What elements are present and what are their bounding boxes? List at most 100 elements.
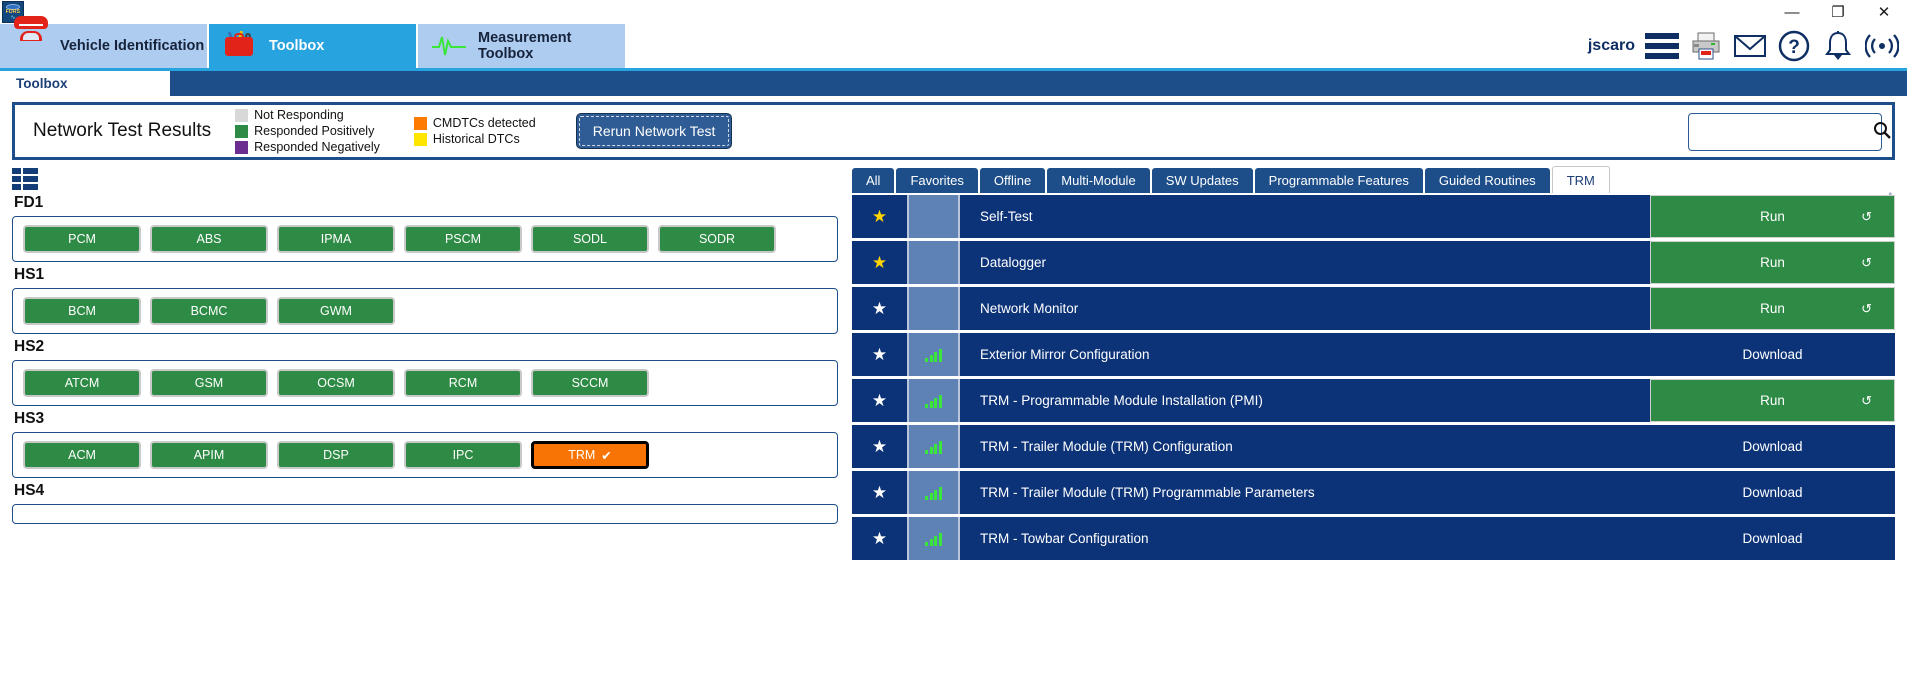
run-button[interactable]: Run ↺ [1650, 241, 1895, 284]
accent-line [0, 68, 1907, 71]
bell-icon[interactable] [1821, 29, 1855, 63]
printer-icon[interactable] [1689, 29, 1723, 63]
favorite-star-icon[interactable]: ★ [852, 379, 907, 422]
module-button-acm[interactable]: ACM [23, 441, 141, 469]
svg-text:?: ? [1788, 37, 1800, 58]
sub-tab-toolbox[interactable]: Toolbox [0, 71, 170, 96]
minimize-button[interactable]: — [1769, 0, 1815, 24]
search-icon[interactable] [1873, 121, 1891, 144]
module-button-ipc[interactable]: IPC [404, 441, 522, 469]
menu-icon[interactable] [1645, 33, 1679, 59]
table-row[interactable]: ★ Datalogger Run ↺ [852, 241, 1895, 284]
row-label: Self-Test [960, 195, 1650, 238]
module-button-gsm[interactable]: GSM [150, 369, 268, 397]
close-button[interactable]: ✕ [1861, 0, 1907, 24]
grid-icon[interactable] [12, 168, 38, 190]
nav-tab-measurement-toolbox[interactable]: Measurement Toolbox [418, 24, 625, 68]
nav-tab-toolbox[interactable]: Toolbox [209, 24, 416, 68]
restore-button[interactable]: ❐ [1815, 0, 1861, 24]
download-button[interactable]: Download [1650, 471, 1895, 514]
favorite-star-icon[interactable]: ★ [852, 471, 907, 514]
header-actions: jscaro ? [1588, 24, 1899, 68]
module-button-apim[interactable]: APIM [150, 441, 268, 469]
car-icon [14, 31, 48, 61]
download-button[interactable]: Download [1650, 517, 1895, 560]
table-row[interactable]: ★ Network Monitor Run ↺ [852, 287, 1895, 330]
nav-tab-label: Toolbox [269, 38, 324, 54]
action-label: Download [1742, 347, 1802, 362]
nav-tab-vehicle-identification[interactable]: Vehicle Identification [0, 24, 207, 68]
favorite-star-icon[interactable]: ★ [852, 241, 907, 284]
tab-favorites[interactable]: Favorites [896, 168, 977, 193]
refresh-icon[interactable]: ↺ [1861, 301, 1872, 317]
refresh-icon[interactable]: ↺ [1861, 255, 1872, 271]
table-row[interactable]: ★ Exterior Mirror Configuration Download [852, 333, 1895, 376]
table-row[interactable]: ★ Self-Test Run ↺ [852, 195, 1895, 238]
tab-guided-routines[interactable]: Guided Routines [1425, 168, 1550, 193]
module-button-abs[interactable]: ABS [150, 225, 268, 253]
refresh-icon[interactable]: ↺ [1861, 393, 1872, 409]
module-button-gwm[interactable]: GWM [277, 297, 395, 325]
legend-label: Responded Negatively [254, 140, 380, 154]
network-test-results-title: Network Test Results [33, 120, 211, 142]
favorite-star-icon[interactable]: ★ [852, 287, 907, 330]
table-row[interactable]: ★ TRM - Programmable Module Installation… [852, 379, 1895, 422]
refresh-icon[interactable]: ↺ [1861, 209, 1872, 225]
tab-multi-module[interactable]: Multi-Module [1047, 168, 1149, 193]
module-group-hs2: HS2 ATCM GSM OCSM RCM SCCM [12, 338, 838, 406]
module-button-dsp[interactable]: DSP [277, 441, 395, 469]
module-button-bcm[interactable]: BCM [23, 297, 141, 325]
tab-all[interactable]: All [852, 168, 894, 193]
module-button-pscm[interactable]: PSCM [404, 225, 522, 253]
module-group-label: HS3 [14, 410, 838, 428]
module-button-ipma[interactable]: IPMA [277, 225, 395, 253]
module-button-pcm[interactable]: PCM [23, 225, 141, 253]
module-group-box: PCM ABS IPMA PSCM SODL SODR [12, 216, 838, 262]
tab-trm[interactable]: TRM [1552, 166, 1610, 193]
module-button-rcm[interactable]: RCM [404, 369, 522, 397]
favorite-star-icon[interactable]: ★ [852, 195, 907, 238]
action-label: Download [1742, 485, 1802, 500]
legend-item-cmdtcs-detected: CMDTCs detected [414, 116, 536, 130]
module-group-label: HS1 [14, 266, 838, 284]
run-button[interactable]: Run ↺ [1650, 379, 1895, 422]
favorite-star-icon[interactable]: ★ [852, 425, 907, 468]
tab-sw-updates[interactable]: SW Updates [1152, 168, 1253, 193]
table-row[interactable]: ★ TRM - Trailer Module (TRM) Programmabl… [852, 471, 1895, 514]
module-button-sccm[interactable]: SCCM [531, 369, 649, 397]
broadcast-icon[interactable] [1865, 29, 1899, 63]
tab-programmable-features[interactable]: Programmable Features [1255, 168, 1423, 193]
help-icon[interactable]: ? [1777, 29, 1811, 63]
module-button-trm-selected[interactable]: TRM ✔ [531, 441, 649, 469]
run-button[interactable]: Run ↺ [1650, 195, 1895, 238]
network-test-results-section: Network Test Results Not Responding Resp… [0, 96, 1907, 160]
module-button-bcmc[interactable]: BCMC [150, 297, 268, 325]
download-button[interactable]: Download [1650, 425, 1895, 468]
action-label: Run [1760, 301, 1785, 316]
module-button-sodr[interactable]: SODR [658, 225, 776, 253]
favorite-star-icon[interactable]: ★ [852, 517, 907, 560]
module-button-sodl[interactable]: SODL [531, 225, 649, 253]
tab-offline[interactable]: Offline [980, 168, 1045, 193]
legend-label: CMDTCs detected [433, 116, 536, 130]
toolbox-panel: All Favorites Offline Multi-Module SW Up… [852, 160, 1895, 670]
table-row[interactable]: ★ TRM - Trailer Module (TRM) Configurati… [852, 425, 1895, 468]
signal-cell [907, 241, 960, 284]
search-input[interactable] [1697, 114, 1873, 150]
row-label: Datalogger [960, 241, 1650, 284]
favorite-star-icon[interactable]: ★ [852, 333, 907, 376]
module-group-hs3: HS3 ACM APIM DSP IPC TRM ✔ [12, 410, 838, 478]
check-icon: ✔ [601, 448, 611, 463]
module-button-ocsm[interactable]: OCSM [277, 369, 395, 397]
table-row[interactable]: ★ TRM - Towbar Configuration Download [852, 517, 1895, 560]
rerun-network-test-button[interactable]: Rerun Network Test [576, 113, 733, 149]
mail-icon[interactable] [1733, 29, 1767, 63]
module-group-label: FD1 [14, 194, 838, 212]
download-button[interactable]: Download [1650, 333, 1895, 376]
signal-cell [907, 287, 960, 330]
run-button[interactable]: Run ↺ [1650, 287, 1895, 330]
module-group-box: BCM BCMC GWM [12, 288, 838, 334]
search-box[interactable] [1688, 113, 1882, 151]
module-button-atcm[interactable]: ATCM [23, 369, 141, 397]
title-bar: FDRS ∿ — ❐ ✕ [0, 0, 1907, 24]
